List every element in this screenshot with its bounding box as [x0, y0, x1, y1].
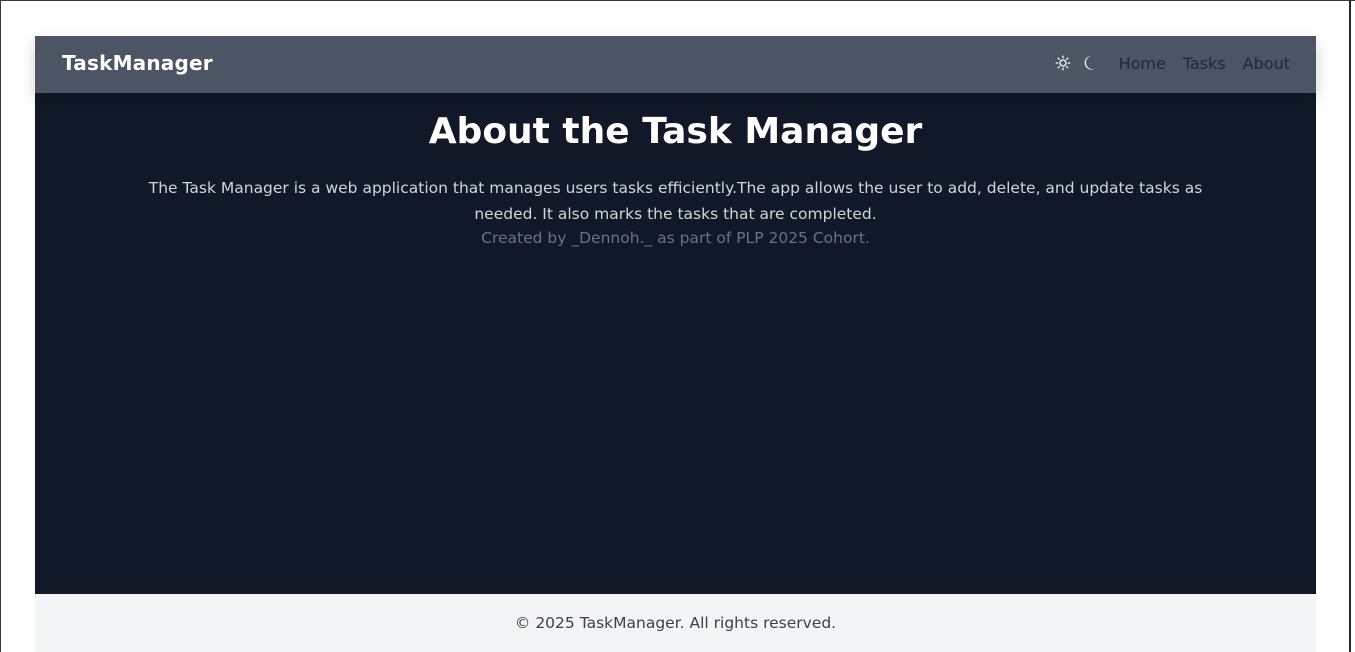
navbar: TaskManager Home Tasks About — [35, 36, 1316, 93]
author-credit: Created by _Dennoh._ as part of PLP 2025… — [481, 229, 870, 247]
window-border-left — [0, 0, 1, 652]
moon-icon-svg — [1084, 55, 1095, 70]
footer: © 2025 TaskManager. All rights reserved. — [35, 594, 1316, 652]
copyright-text: © 2025 TaskManager. All rights reserved. — [514, 614, 837, 632]
sun-icon-svg — [1055, 55, 1071, 71]
window-border-right — [1349, 0, 1351, 652]
page-title: About the Task Manager — [428, 111, 923, 152]
about-section: About the Task Manager The Task Manager … — [35, 93, 1316, 594]
sun-icon[interactable] — [1053, 52, 1073, 74]
about-description: The Task Manager is a web application th… — [148, 179, 1203, 223]
window-border-top — [0, 0, 1355, 1]
app-container: TaskManager Home Tasks About About the T… — [35, 36, 1316, 652]
nav-controls: Home Tasks About — [1053, 50, 1290, 76]
nav-link-tasks[interactable]: Tasks — [1183, 54, 1226, 73]
brand-logo[interactable]: TaskManager — [62, 51, 213, 75]
nav-link-about[interactable]: About — [1243, 54, 1290, 73]
nav-link-home[interactable]: Home — [1119, 54, 1166, 73]
moon-icon[interactable] — [1081, 52, 1101, 74]
